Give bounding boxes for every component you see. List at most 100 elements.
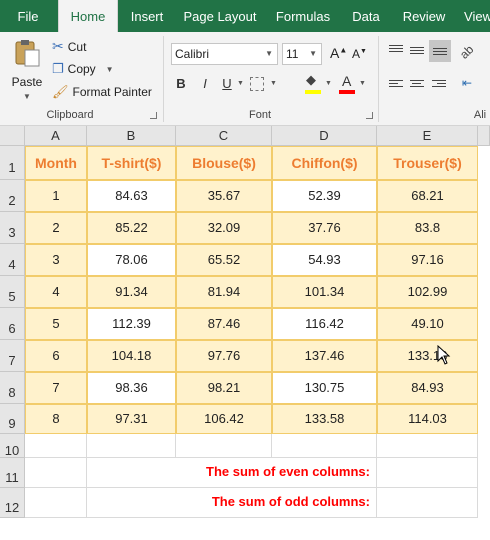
table-cell[interactable]: 98.36: [87, 372, 176, 404]
tab-page-layout[interactable]: Page Layout: [180, 0, 260, 32]
font-launcher-icon[interactable]: [366, 112, 373, 119]
underline-button[interactable]: U: [219, 76, 235, 91]
select-all-corner[interactable]: [0, 126, 25, 146]
table-cell[interactable]: 98.21: [176, 372, 272, 404]
top-align-icon[interactable]: [389, 45, 403, 57]
empty-cell[interactable]: [87, 434, 176, 458]
paste-dropdown-icon[interactable]: ▼: [8, 92, 46, 101]
borders-dropdown-icon[interactable]: ▼: [270, 80, 277, 87]
row-header[interactable]: 9: [0, 404, 25, 434]
sum-odd-label[interactable]: The sum of odd columns:: [87, 488, 377, 518]
empty-cell[interactable]: [25, 458, 87, 488]
clipboard-launcher-icon[interactable]: [150, 112, 157, 119]
table-cell[interactable]: 83.8: [377, 212, 478, 244]
empty-cell[interactable]: [25, 488, 87, 518]
table-cell[interactable]: 137.46: [272, 340, 377, 372]
tab-view[interactable]: View: [458, 0, 490, 32]
table-cell[interactable]: 81.94: [176, 276, 272, 308]
table-cell[interactable]: 133.13: [377, 340, 478, 372]
column-header-3[interactable]: D: [272, 126, 377, 146]
paste-button[interactable]: Paste ▼: [8, 38, 46, 104]
table-header-cell[interactable]: Chiffon($): [272, 146, 377, 180]
table-cell[interactable]: 97.31: [87, 404, 176, 434]
table-cell[interactable]: 130.75: [272, 372, 377, 404]
table-cell[interactable]: 8: [25, 404, 87, 434]
bold-button[interactable]: B: [173, 76, 189, 91]
orientation-icon[interactable]: ab: [457, 42, 476, 61]
table-cell[interactable]: 1: [25, 180, 87, 212]
table-cell[interactable]: 32.09: [176, 212, 272, 244]
font-color-dropdown-icon[interactable]: ▼: [359, 80, 366, 87]
table-cell[interactable]: 49.10: [377, 308, 478, 340]
font-name-dropdown-icon[interactable]: ▼: [265, 44, 273, 64]
row-header[interactable]: 4: [0, 244, 25, 276]
table-cell[interactable]: 68.21: [377, 180, 478, 212]
empty-cell[interactable]: [176, 434, 272, 458]
row-header[interactable]: 6: [0, 308, 25, 340]
fill-color-dropdown-icon[interactable]: ▼: [325, 80, 332, 87]
table-cell[interactable]: 106.42: [176, 404, 272, 434]
borders-button[interactable]: [250, 77, 264, 91]
tab-file[interactable]: File: [8, 0, 48, 32]
worksheet-grid[interactable]: ABCDE 1 2 3 4 5 6 7 8 9 10 11 12 Month T-shirt($) Blo…: [0, 126, 490, 540]
table-cell[interactable]: 7: [25, 372, 87, 404]
table-cell[interactable]: 87.46: [176, 308, 272, 340]
format-painter-button[interactable]: 🖌 Format Painter: [52, 84, 152, 100]
tab-data[interactable]: Data: [346, 0, 386, 32]
row-header[interactable]: 3: [0, 212, 25, 244]
table-cell[interactable]: 101.34: [272, 276, 377, 308]
empty-cell[interactable]: [377, 434, 478, 458]
font-color-button[interactable]: A: [339, 72, 355, 94]
column-header-1[interactable]: B: [87, 126, 176, 146]
table-cell[interactable]: 35.67: [176, 180, 272, 212]
table-cell[interactable]: 85.22: [87, 212, 176, 244]
table-cell[interactable]: 114.03: [377, 404, 478, 434]
font-size-combo[interactable]: 11 ▼: [282, 43, 322, 65]
table-cell[interactable]: 97.76: [176, 340, 272, 372]
font-size-dropdown-icon[interactable]: ▼: [309, 44, 317, 64]
table-cell[interactable]: 97.16: [377, 244, 478, 276]
decrease-indent-icon[interactable]: ⇤: [462, 76, 472, 90]
row-header[interactable]: 10: [0, 434, 25, 458]
table-cell[interactable]: 112.39: [87, 308, 176, 340]
table-cell[interactable]: 52.39: [272, 180, 377, 212]
tab-insert[interactable]: Insert: [124, 0, 170, 32]
table-cell[interactable]: 102.99: [377, 276, 478, 308]
table-cell[interactable]: 3: [25, 244, 87, 276]
row-header[interactable]: 7: [0, 340, 25, 372]
cut-button[interactable]: ✂ Cut: [52, 38, 86, 55]
underline-dropdown-icon[interactable]: ▼: [237, 80, 244, 87]
table-cell[interactable]: 4: [25, 276, 87, 308]
table-cell[interactable]: 78.06: [87, 244, 176, 276]
copy-dropdown-icon[interactable]: ▼: [106, 65, 114, 74]
table-header-cell[interactable]: T-shirt($): [87, 146, 176, 180]
table-header-cell[interactable]: Trouser($): [377, 146, 478, 180]
fill-color-button[interactable]: ◆: [305, 72, 321, 94]
table-header-cell[interactable]: Blouse($): [176, 146, 272, 180]
decrease-font-size-button[interactable]: A▼: [352, 47, 367, 61]
column-header-2[interactable]: C: [176, 126, 272, 146]
table-header-cell[interactable]: Month: [25, 146, 87, 180]
align-right-icon[interactable]: [432, 80, 446, 92]
middle-align-icon[interactable]: [410, 47, 424, 59]
table-cell[interactable]: 116.42: [272, 308, 377, 340]
row-header[interactable]: 2: [0, 180, 25, 212]
table-cell[interactable]: 2: [25, 212, 87, 244]
table-cell[interactable]: 5: [25, 308, 87, 340]
copy-button[interactable]: ❐ Copy ▼: [52, 61, 114, 77]
table-cell[interactable]: 6: [25, 340, 87, 372]
italic-button[interactable]: I: [197, 76, 213, 91]
align-left-icon[interactable]: [389, 80, 403, 92]
column-header-0[interactable]: A: [25, 126, 87, 146]
empty-cell[interactable]: [272, 434, 377, 458]
table-cell[interactable]: 84.63: [87, 180, 176, 212]
font-name-combo[interactable]: Calibri ▼: [171, 43, 278, 65]
tab-home[interactable]: Home: [58, 0, 118, 33]
table-cell[interactable]: 133.58: [272, 404, 377, 434]
tab-formulas[interactable]: Formulas: [272, 0, 334, 32]
row-header[interactable]: 8: [0, 372, 25, 404]
row-header[interactable]: 12: [0, 488, 25, 518]
align-center-icon[interactable]: [410, 80, 424, 92]
sum-even-value-cell[interactable]: [377, 458, 478, 488]
table-cell[interactable]: 37.76: [272, 212, 377, 244]
